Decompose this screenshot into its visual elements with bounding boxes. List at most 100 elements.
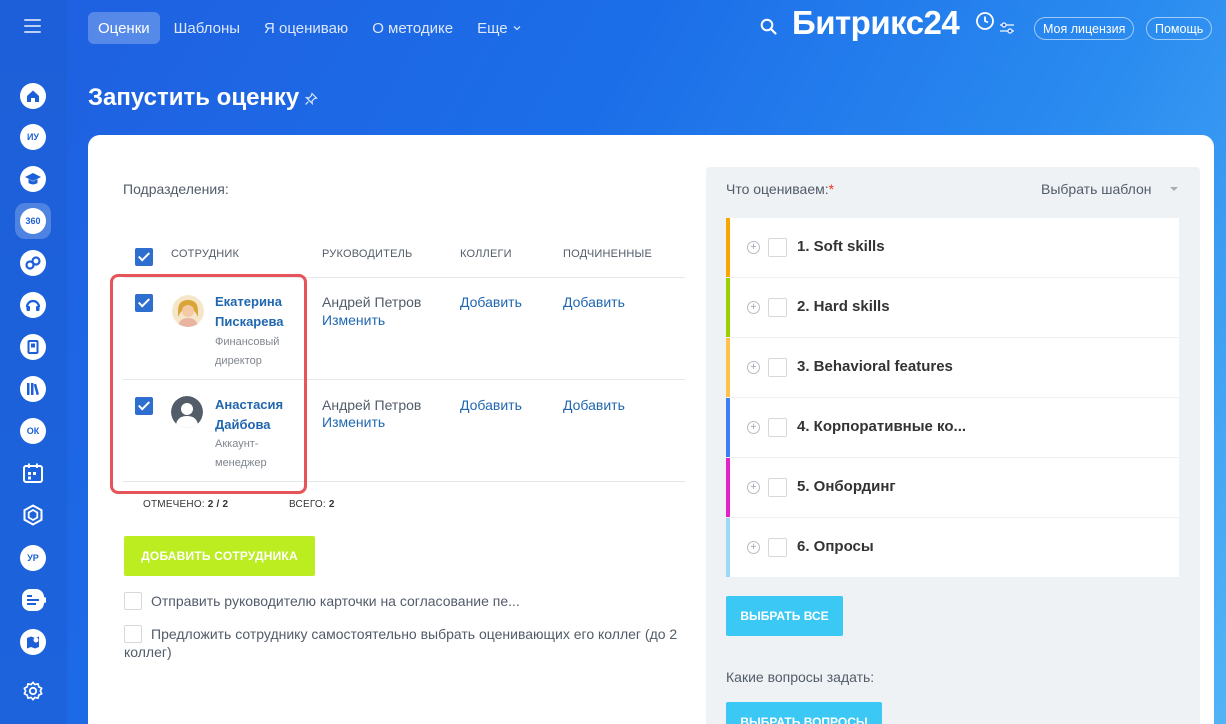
book-icon: [20, 334, 46, 360]
category-title: 4. Корпоративные ко...: [797, 418, 967, 435]
add-colleagues-link[interactable]: Добавить: [460, 397, 522, 413]
sidebar-library[interactable]: [15, 371, 51, 407]
sidebar-ok[interactable]: ОК: [15, 413, 51, 449]
category-title: 3. Behavioral features: [797, 358, 953, 375]
expand-plus-icon[interactable]: +: [747, 241, 760, 254]
category-checkbox[interactable]: [768, 478, 787, 497]
expand-plus-icon[interactable]: +: [747, 481, 760, 494]
category-checkbox[interactable]: [768, 298, 787, 317]
required-mark: *: [828, 181, 835, 197]
ok-badge-icon: ОК: [20, 418, 46, 444]
calendar-icon: [23, 463, 43, 483]
sidebar-360[interactable]: 360: [15, 203, 51, 239]
row-checkbox[interactable]: [135, 397, 153, 415]
expand-plus-icon[interactable]: +: [747, 421, 760, 434]
category-title: 5. Онбординг: [797, 478, 896, 495]
category-title: 2. Hard skills: [797, 298, 890, 315]
chevron-down-icon: [513, 26, 521, 31]
sidebar-learning[interactable]: [15, 161, 51, 197]
select-all-button[interactable]: ВЫБРАТЬ ВСЕ: [726, 596, 843, 636]
home-icon: [20, 83, 46, 109]
360-icon: 360: [20, 208, 46, 234]
employee-avatar[interactable]: [172, 295, 204, 327]
choose-template-dropdown[interactable]: Выбрать шаблон: [1041, 181, 1152, 197]
chevron-down-icon[interactable]: [1170, 187, 1178, 191]
change-manager-link[interactable]: Изменить: [322, 414, 385, 430]
category-checkbox[interactable]: [768, 358, 787, 377]
tab-templates[interactable]: Шаблоны: [164, 12, 250, 44]
add-colleagues-link[interactable]: Добавить: [460, 294, 522, 310]
total-count: ВСЕГО: 2: [289, 499, 335, 510]
search-icon[interactable]: [760, 18, 777, 35]
header-colleagues: КОЛЛЕГИ: [460, 248, 512, 260]
employee-last-name: Пискарева: [215, 314, 284, 329]
position-line: Аккаунт-: [215, 438, 259, 450]
marked-count: ОТМЕЧЕНО: 2 / 2: [143, 499, 228, 510]
employee-name[interactable]: Екатерина Пискарева: [215, 292, 284, 332]
self-select-colleagues-label: Предложить сотруднику самостоятельно выб…: [151, 626, 678, 642]
my-license-button[interactable]: Моя лицензия: [1034, 17, 1135, 40]
pin-icon[interactable]: [304, 92, 318, 106]
sidebar-profile-iu[interactable]: ИУ: [15, 119, 51, 155]
sidebar-settings[interactable]: [15, 673, 51, 709]
competency-category-row[interactable]: +3. Behavioral features: [726, 338, 1179, 397]
page-title: Запустить оценку: [88, 84, 300, 111]
category-title: 1. Soft skills: [797, 238, 885, 255]
help-button[interactable]: Помощь: [1146, 17, 1213, 40]
competency-category-row[interactable]: +2. Hard skills: [726, 278, 1179, 337]
expand-plus-icon[interactable]: +: [747, 541, 760, 554]
category-title: 6. Опросы: [797, 538, 874, 555]
sidebar-integrations[interactable]: [15, 245, 51, 281]
row-checkbox[interactable]: [135, 294, 153, 312]
select-all-checkbox[interactable]: [135, 248, 153, 266]
tab-evaluations[interactable]: Оценки: [88, 12, 160, 44]
change-manager-link[interactable]: Изменить: [322, 312, 385, 328]
total-label: ВСЕГО:: [289, 499, 326, 510]
choose-questions-button[interactable]: ВЫБРАТЬ ВОПРОСЫ: [726, 702, 882, 724]
expand-plus-icon[interactable]: +: [747, 361, 760, 374]
position-line: директор: [215, 355, 262, 367]
sidebar-knowledge[interactable]: [15, 329, 51, 365]
hamburger-menu-icon[interactable]: [24, 19, 41, 37]
sidebar-home[interactable]: [15, 78, 51, 114]
bitrix24-logo[interactable]: Битрикс24: [792, 4, 960, 42]
tab-more-label: Еще: [477, 19, 508, 37]
checklist-icon: [22, 589, 46, 611]
category-checkbox[interactable]: [768, 418, 787, 437]
chain-icon: [20, 250, 46, 276]
competency-category-row[interactable]: +6. Опросы: [726, 518, 1179, 577]
sidebar-automation[interactable]: [15, 497, 51, 533]
library-icon: [20, 376, 46, 402]
self-select-colleagues-checkbox[interactable]: [124, 625, 142, 643]
table-divider: [123, 379, 685, 380]
category-checkbox[interactable]: [768, 538, 787, 557]
competency-category-row[interactable]: +5. Онбординг: [726, 458, 1179, 517]
sidebar-profile-ur[interactable]: УР: [15, 540, 51, 576]
tab-more[interactable]: Еще: [467, 12, 532, 44]
manager-name: Андрей Петров: [322, 397, 422, 413]
competency-category-row[interactable]: +4. Корпоративные ко...: [726, 398, 1179, 457]
employee-avatar[interactable]: [171, 396, 203, 428]
clock-icon[interactable]: [975, 11, 995, 31]
sidebar-calendar[interactable]: [15, 455, 51, 491]
top-navigation: Оценки Шаблоны Я оцениваю О методике Еще: [88, 12, 536, 44]
send-to-manager-checkbox[interactable]: [124, 592, 142, 610]
sliders-icon[interactable]: [999, 21, 1015, 35]
expand-plus-icon[interactable]: +: [747, 301, 760, 314]
sidebar-sites[interactable]: [15, 624, 51, 660]
employee-last-name: Дайбова: [215, 417, 271, 432]
total-value: 2: [328, 499, 335, 510]
table-divider: [123, 277, 685, 278]
headset-icon: [20, 292, 46, 318]
competency-category-row[interactable]: +1. Soft skills: [726, 218, 1179, 277]
sidebar-tasks[interactable]: [15, 582, 51, 618]
sidebar-support[interactable]: [15, 287, 51, 323]
employee-name[interactable]: Анастасия Дайбова: [215, 395, 283, 435]
tab-i-evaluate[interactable]: Я оцениваю: [254, 12, 358, 44]
add-subordinates-link[interactable]: Добавить: [563, 294, 625, 310]
add-subordinates-link[interactable]: Добавить: [563, 397, 625, 413]
self-select-colleagues-label-cont: коллег): [124, 644, 172, 660]
tab-methodology[interactable]: О методике: [362, 12, 463, 44]
add-employee-button[interactable]: ДОБАВИТЬ СОТРУДНИКА: [124, 536, 315, 576]
category-checkbox[interactable]: [768, 238, 787, 257]
